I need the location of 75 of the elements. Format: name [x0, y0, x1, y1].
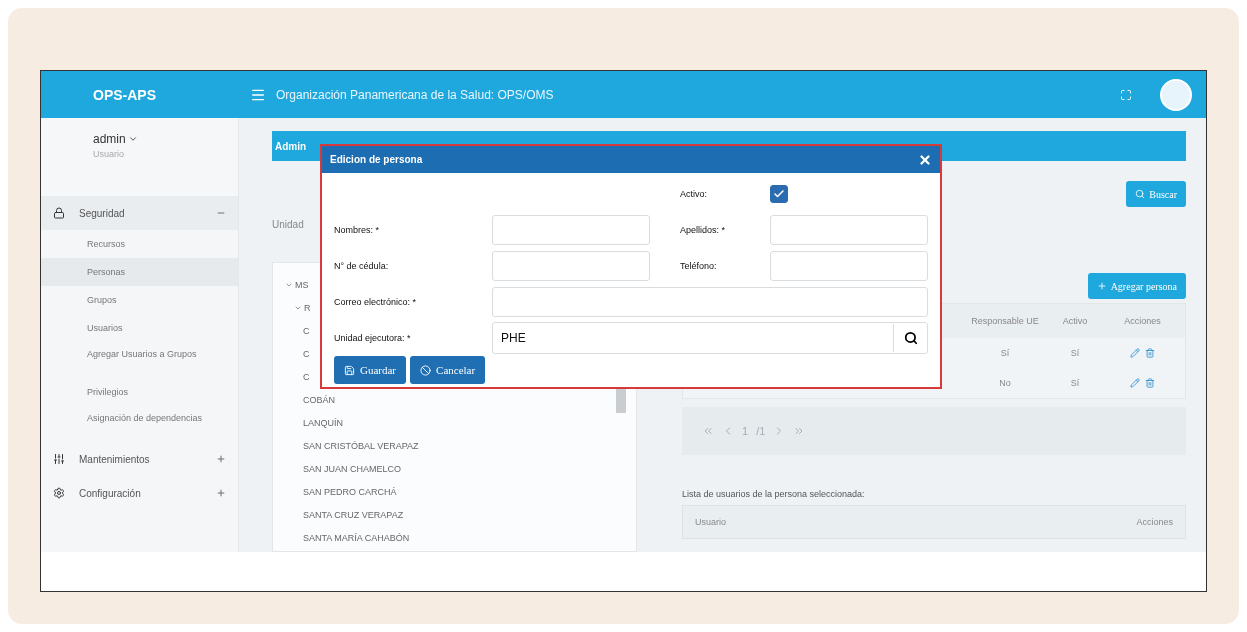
edit-icon[interactable]: [1130, 348, 1140, 358]
tree-item[interactable]: C: [303, 325, 310, 336]
menu-item[interactable]: Seguridad: [41, 196, 238, 230]
fullscreen-icon[interactable]: [1120, 88, 1132, 101]
tree-item[interactable]: SAN PEDRO CARCHÁ: [303, 486, 397, 497]
menu-item[interactable]: Mantenimientos: [41, 442, 238, 476]
field-label: Apellidos: *: [680, 225, 727, 235]
list-title: Lista de usuarios de la persona seleccionada:: [682, 489, 866, 499]
tree-item[interactable]: SAN JUAN CHAMELCO: [303, 463, 401, 474]
plus-icon: [216, 454, 226, 464]
column-header: Responsable UE: [970, 316, 1040, 326]
lock-icon: [53, 207, 65, 219]
avatar[interactable]: [1160, 78, 1192, 111]
unit-label: Unidad: [272, 219, 304, 230]
delete-icon[interactable]: [1145, 378, 1155, 388]
input-field[interactable]: [770, 251, 928, 281]
menu-subitem[interactable]: Grupos: [41, 286, 238, 314]
checkbox[interactable]: [770, 185, 788, 203]
app-title: Organización Panamericana de la Salud: OPS/OMS: [276, 87, 555, 102]
gear-icon: [53, 487, 65, 499]
tree-item[interactable]: LANQUÍN: [303, 417, 343, 428]
cancel-button[interactable]: Cancelar: [410, 356, 486, 384]
user-role: Usuario: [93, 149, 125, 159]
tree-item[interactable]: C: [303, 371, 310, 382]
tree-item[interactable]: SANTA MARÍA CAHABÓN: [303, 532, 410, 543]
tree-item[interactable]: SANTA CRUZ VERAPAZ: [303, 509, 404, 520]
column-header: Acciones: [1123, 316, 1162, 326]
table-cell-text: No: [998, 378, 1012, 388]
edit-icon[interactable]: [1130, 378, 1140, 388]
page-total: /1: [756, 425, 766, 437]
plus-icon: [1096, 281, 1107, 291]
cancel-icon: [420, 364, 432, 376]
save-button[interactable]: Guardar: [334, 356, 407, 384]
tree-item[interactable]: R: [304, 302, 311, 313]
field-label: Unidad ejecutora: *: [334, 333, 412, 343]
delete-icon[interactable]: [1145, 348, 1155, 358]
search-icon: [1135, 189, 1146, 199]
lookup-field[interactable]: PHE: [492, 322, 928, 354]
caret-icon: [127, 134, 138, 144]
menu-subitem[interactable]: Personas: [41, 258, 238, 286]
search-icon: [903, 331, 918, 345]
field-label: Activo:: [680, 189, 708, 199]
save-icon: [344, 364, 355, 376]
tree-item[interactable]: C: [303, 348, 310, 359]
input-field[interactable]: [492, 215, 650, 245]
check-icon: [773, 188, 785, 200]
input-field[interactable]: [770, 215, 928, 245]
menu-subitem[interactable]: Usuarios: [41, 314, 238, 342]
field-label: Teléfono:: [680, 261, 718, 271]
tree-item[interactable]: SAN CRISTÓBAL VERAPAZ: [303, 440, 419, 451]
column-header: Activo: [1061, 316, 1089, 326]
field-label: N° de cédula:: [334, 261, 390, 271]
column-header: Usuario: [695, 517, 726, 527]
column-header: Acciones: [1136, 517, 1173, 527]
table-cell-text: Sí: [1069, 378, 1081, 388]
search-button[interactable]: [893, 324, 927, 352]
input-field[interactable]: [492, 287, 928, 317]
tree-item[interactable]: MS: [295, 279, 309, 290]
menu-subitem[interactable]: Privilegios: [41, 378, 238, 406]
tree-item[interactable]: COBÁN: [303, 394, 335, 405]
input-field[interactable]: [492, 251, 650, 281]
field-label: Correo electrónico: *: [334, 297, 418, 307]
plus-icon: [216, 488, 226, 498]
close-icon[interactable]: [918, 152, 932, 167]
menu-subitem[interactable]: Recursos: [41, 230, 238, 258]
menu-subitem[interactable]: Asignación de dependencias: [41, 406, 238, 442]
field-value: PHE: [500, 331, 527, 345]
first-page-icon[interactable]: [702, 425, 714, 437]
field-label: Nombres: *: [334, 225, 380, 235]
menu-item[interactable]: Configuración: [41, 476, 238, 510]
sliders-icon: [53, 453, 65, 465]
menu-subitem[interactable]: Agregar Usuarios a Grupos: [41, 342, 238, 378]
user-menu[interactable]: admin: [93, 132, 238, 146]
table-cell-text: Sí: [999, 348, 1011, 358]
table-cell-text: Sí: [1069, 348, 1081, 358]
